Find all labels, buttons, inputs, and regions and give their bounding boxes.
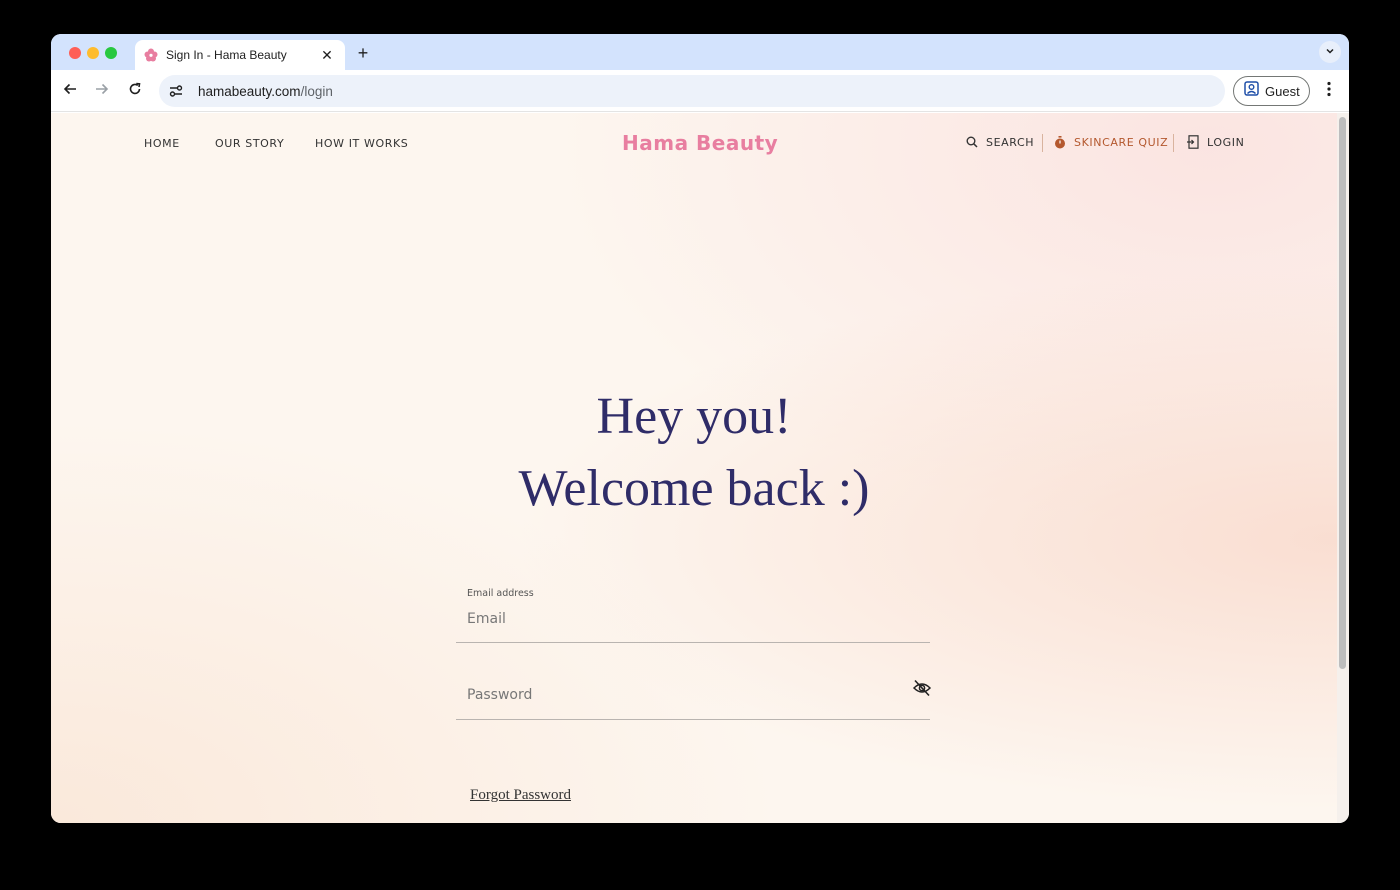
- reload-button[interactable]: [124, 80, 146, 102]
- tab-search-button[interactable]: [1319, 41, 1341, 63]
- login-heading-line2: Welcome back :): [518, 460, 870, 517]
- nav-how-it-works[interactable]: HOW IT WORKS: [315, 137, 408, 150]
- nav-search-label: SEARCH: [986, 135, 1035, 149]
- url-text: hamabeauty.com/login: [198, 84, 333, 99]
- nav-divider: [1173, 134, 1174, 152]
- email-underline: [456, 642, 930, 643]
- maximize-window-button[interactable]: [105, 47, 117, 59]
- nav-skincare-quiz[interactable]: SKINCARE QUIZ: [1053, 135, 1168, 149]
- address-bar[interactable]: hamabeauty.com/login: [159, 75, 1225, 107]
- chevron-down-icon: [1325, 43, 1335, 61]
- back-button[interactable]: [59, 80, 81, 102]
- nav-quiz-label: SKINCARE QUIZ: [1074, 135, 1169, 149]
- login-icon: [1186, 135, 1200, 149]
- arrow-left-icon: [63, 82, 77, 101]
- page-viewport: HOME OUR STORY HOW IT WORKS Hama Beauty …: [51, 113, 1337, 823]
- url-host: hamabeauty.com: [198, 83, 301, 99]
- arrow-right-icon: [95, 82, 109, 101]
- tab-close-button[interactable]: ✕: [319, 47, 335, 63]
- tab-strip: Sign In - Hama Beauty ✕ +: [51, 34, 1349, 70]
- email-field[interactable]: [456, 603, 930, 635]
- site-settings-icon[interactable]: [167, 82, 185, 100]
- tab-active[interactable]: Sign In - Hama Beauty ✕: [135, 40, 345, 70]
- email-label: Email address: [467, 588, 534, 599]
- password-underline: [456, 719, 930, 720]
- reload-icon: [128, 82, 142, 101]
- profile-label: Guest: [1265, 83, 1300, 99]
- browser-toolbar: hamabeauty.com/login Guest: [51, 70, 1349, 112]
- profile-button[interactable]: Guest: [1233, 76, 1310, 106]
- more-vertical-icon: [1327, 81, 1331, 102]
- nav-search[interactable]: SEARCH: [965, 135, 1034, 149]
- close-window-button[interactable]: [69, 47, 81, 59]
- new-tab-button[interactable]: +: [353, 43, 373, 63]
- browser-window: Sign In - Hama Beauty ✕ + hamabeauty.com…: [51, 34, 1349, 823]
- profile-icon: [1244, 81, 1259, 101]
- stopwatch-icon: [1053, 135, 1067, 149]
- forward-button[interactable]: [91, 80, 113, 102]
- tab-title: Sign In - Hama Beauty: [166, 48, 287, 62]
- login-heading-line1: Hey you!: [596, 388, 792, 445]
- toggle-password-visibility-button[interactable]: [911, 679, 933, 701]
- nav-login[interactable]: LOGIN: [1186, 135, 1244, 149]
- forgot-password-link[interactable]: Forgot Password: [470, 787, 571, 804]
- browser-menu-button[interactable]: [1319, 80, 1339, 102]
- url-path: /login: [300, 83, 333, 99]
- eye-off-icon: [912, 679, 932, 702]
- search-icon: [965, 135, 979, 149]
- minimize-window-button[interactable]: [87, 47, 99, 59]
- flower-icon: [143, 47, 159, 63]
- nav-login-label: LOGIN: [1207, 135, 1245, 149]
- nav-divider: [1042, 134, 1043, 152]
- nav-home[interactable]: HOME: [144, 137, 180, 150]
- nav-our-story[interactable]: OUR STORY: [215, 137, 284, 150]
- brand-logo[interactable]: Hama Beauty: [622, 131, 778, 155]
- scrollbar-thumb[interactable]: [1339, 117, 1346, 669]
- password-field[interactable]: [456, 679, 930, 711]
